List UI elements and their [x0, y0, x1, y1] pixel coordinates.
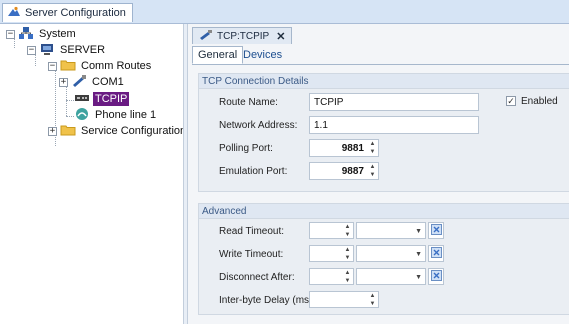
tree-item-com1[interactable]: + COM1: [59, 74, 126, 90]
spinner-arrows-icon[interactable]: ▲ ▼: [369, 141, 376, 155]
polling-port-spinner[interactable]: 9881 ▲ ▼: [309, 139, 379, 157]
spinner-arrows-icon[interactable]: ▲ ▼: [344, 270, 351, 284]
tab-general[interactable]: General: [192, 46, 244, 64]
read-timeout-spinner[interactable]: ▲ ▼: [309, 222, 354, 239]
tree-item-server[interactable]: − SERVER: [27, 42, 107, 58]
polling-port-label: Polling Port:: [219, 143, 273, 154]
network-icon: [18, 26, 34, 43]
tree-item-tcpip[interactable]: TCPIP: [74, 91, 130, 108]
expand-icon[interactable]: +: [59, 77, 68, 87]
read-timeout-unit-dropdown[interactable]: ▼: [356, 222, 426, 239]
emulation-port-value: 9887: [341, 165, 364, 177]
tree-item-label: COM1: [92, 76, 124, 88]
chevron-down-icon: ▼: [415, 228, 422, 235]
write-timeout-label: Write Timeout:: [219, 249, 284, 260]
disconnect-after-spinner[interactable]: ▲ ▼: [309, 268, 354, 285]
collapse-icon[interactable]: −: [6, 29, 15, 39]
tree-connector: [66, 116, 74, 117]
folder-icon: [60, 58, 76, 75]
route-name-field[interactable]: TCPIP: [309, 93, 479, 111]
tree-item-label: TCPIP: [93, 92, 130, 106]
collapse-icon[interactable]: −: [48, 61, 57, 71]
serial-port-icon: [199, 29, 213, 43]
write-timeout-spinner[interactable]: ▲ ▼: [309, 245, 354, 262]
polling-port-value: 9881: [341, 142, 364, 154]
tree-item-label: Comm Routes: [81, 60, 152, 72]
advanced-group: Advanced Read Timeout: ▲ ▼ ▼ Write Timeou…: [198, 203, 569, 315]
clear-icon: [430, 269, 442, 284]
tree-item-label: Service Configuration: [81, 125, 187, 137]
route-editor-panel: TCP:TCPIP ✕ General Devices TCP Connecti…: [188, 24, 569, 324]
tcp-connection-details-group: TCP Connection Details Route Name: TCPIP…: [198, 73, 569, 192]
chevron-down-icon: ▼: [415, 251, 422, 258]
clear-button[interactable]: [428, 222, 444, 239]
phone-icon: [74, 107, 90, 124]
spinner-arrows-icon[interactable]: ▲ ▼: [369, 164, 376, 178]
tree-item-label: Phone line 1: [95, 109, 157, 121]
section-title: TCP Connection Details: [199, 74, 569, 89]
emulation-port-label: Emulation Port:: [219, 166, 288, 177]
section-title: Advanced: [199, 204, 569, 219]
document-tab-strip: Server Configuration: [0, 0, 569, 24]
tree-item-comm-routes[interactable]: − Comm Routes: [48, 58, 153, 74]
inter-byte-delay-label: Inter-byte Delay (ms):: [219, 295, 316, 306]
tree-item-label: SERVER: [60, 44, 106, 56]
route-name-label: Route Name:: [219, 97, 278, 108]
chevron-down-icon: ▼: [415, 274, 422, 281]
disconnect-after-unit-dropdown[interactable]: ▼: [356, 268, 426, 285]
network-address-label: Network Address:: [219, 120, 298, 131]
inter-byte-delay-spinner[interactable]: ▲ ▼: [309, 291, 379, 308]
tab-title: Server Configuration: [25, 7, 126, 19]
emulation-port-spinner[interactable]: 9887 ▲ ▼: [309, 162, 379, 180]
tree-item-service-configuration[interactable]: + Service Configuration: [48, 123, 188, 139]
server-configuration-tab[interactable]: Server Configuration: [2, 3, 133, 22]
navigation-tree: − System − SERVER − Comm Routes + COM1 T…: [0, 24, 186, 324]
clear-icon: [430, 246, 442, 261]
read-timeout-label: Read Timeout:: [219, 226, 285, 237]
write-timeout-unit-dropdown[interactable]: ▼: [356, 245, 426, 262]
spinner-arrows-icon[interactable]: ▲ ▼: [344, 247, 351, 261]
spinner-arrows-icon[interactable]: ▲ ▼: [344, 224, 351, 238]
clear-icon: [430, 223, 442, 238]
folder-icon: [60, 123, 76, 140]
tab-label: TCP:TCPIP: [217, 30, 270, 42]
inner-tab-strip: General Devices: [192, 46, 569, 65]
network-card-icon: [74, 91, 90, 108]
collapse-icon[interactable]: −: [27, 45, 36, 55]
tree-connector: [66, 100, 74, 101]
tree-connector: [66, 86, 67, 116]
tree-item-system[interactable]: − System: [6, 26, 78, 42]
clear-button[interactable]: [428, 268, 444, 285]
tab-devices[interactable]: Devices: [238, 46, 287, 64]
serial-port-icon: [71, 74, 87, 91]
expand-icon[interactable]: +: [48, 126, 57, 136]
clear-button[interactable]: [428, 245, 444, 262]
spinner-arrows-icon[interactable]: ▲ ▼: [369, 293, 376, 307]
disconnect-after-label: Disconnect After:: [219, 272, 295, 283]
tree-item-phone-line-1[interactable]: Phone line 1: [74, 107, 158, 123]
enabled-checkbox[interactable]: ✓: [506, 96, 516, 106]
close-icon[interactable]: ✕: [276, 30, 285, 43]
tree-item-label: System: [39, 28, 76, 40]
server-config-icon: [7, 6, 21, 21]
tab-tcp-tcpip[interactable]: TCP:TCPIP ✕: [192, 27, 293, 44]
enabled-label: Enabled: [521, 96, 558, 107]
server-icon: [39, 42, 55, 59]
network-address-field[interactable]: 1.1: [309, 116, 479, 134]
